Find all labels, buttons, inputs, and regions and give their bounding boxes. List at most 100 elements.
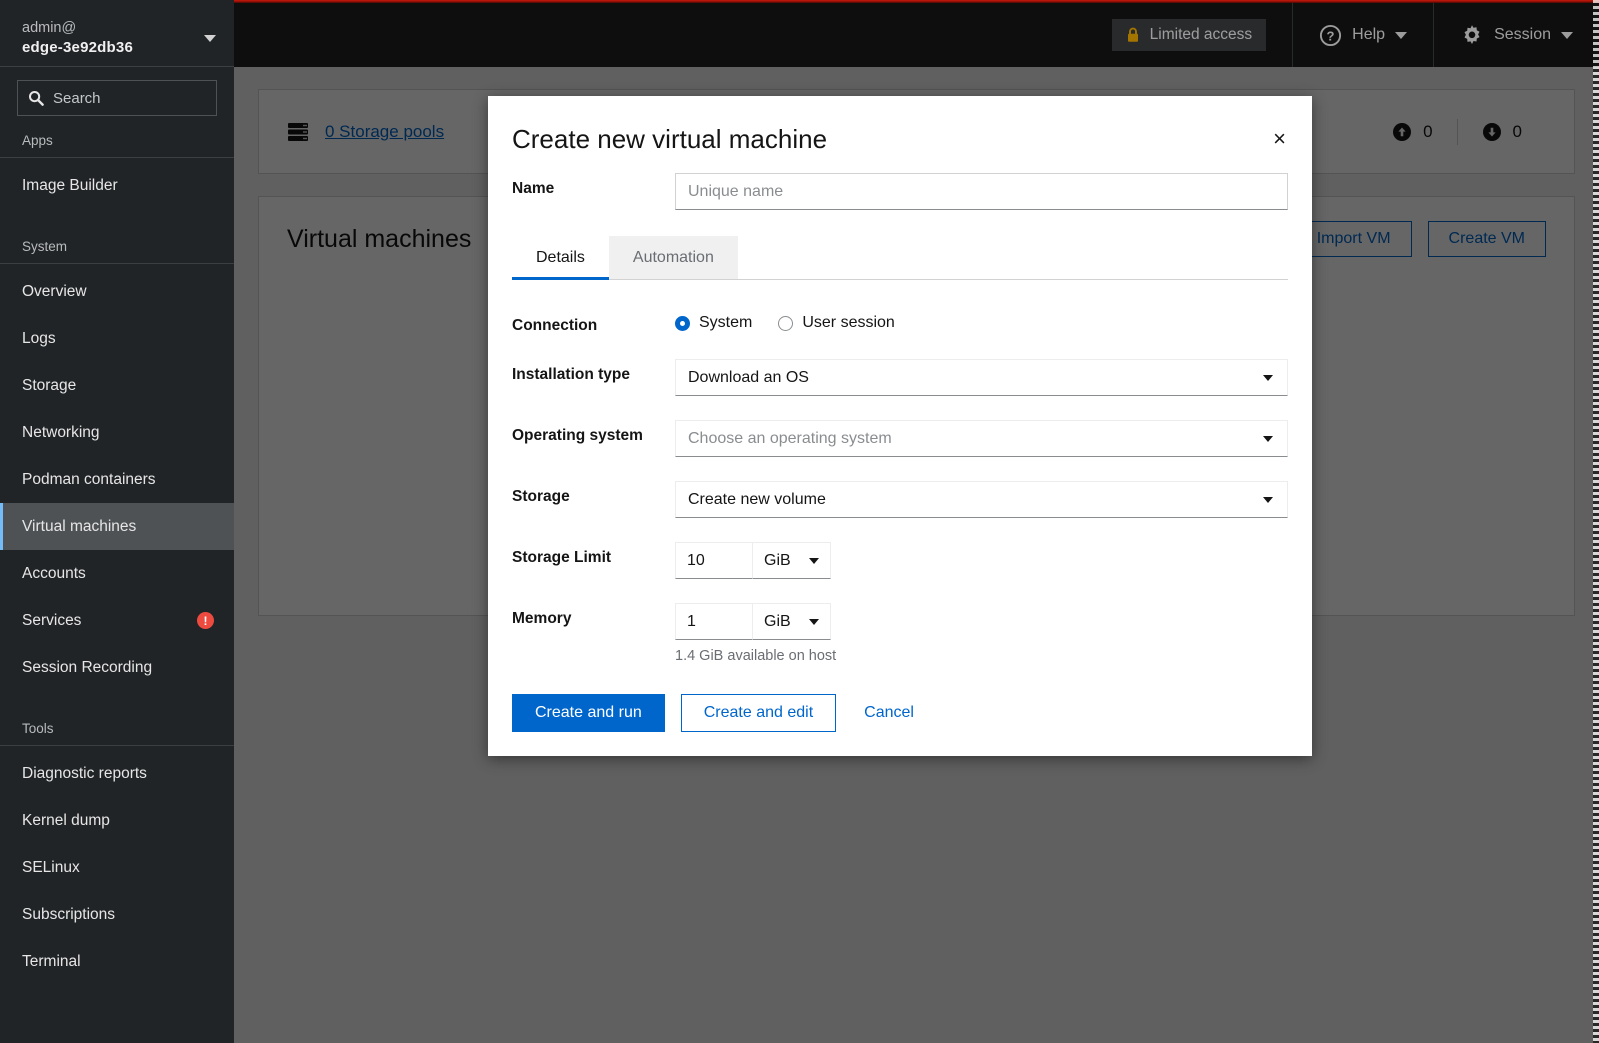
account-switcher[interactable]: admin@ edge-3e92db36 (0, 0, 234, 67)
modal-title: Create new virtual machine (512, 124, 828, 154)
sidebar-item-label: Services (22, 611, 82, 629)
sidebar-item-storage[interactable]: Storage (0, 362, 234, 409)
tab-details[interactable]: Details (512, 236, 609, 280)
svg-text:?: ? (1327, 28, 1335, 43)
sidebar-item-overview[interactable]: Overview (0, 268, 234, 315)
alert-badge-icon: ! (197, 612, 214, 629)
sidebar-item-networking[interactable]: Networking (0, 409, 234, 456)
operating-system-label: Operating system (512, 427, 643, 444)
sidebar-nav: Apps Image Builder System Overview Logs Stora… (0, 131, 234, 1009)
sidebar-item-label: Kernel dump (22, 811, 110, 829)
tab-automation[interactable]: Automation (608, 236, 738, 279)
memory-row: Memory GiB 1.4 GiB available on host (512, 603, 1288, 664)
search-icon (29, 91, 44, 106)
sidebar-item-label: Storage (22, 376, 77, 394)
storage-limit-input[interactable] (675, 542, 753, 579)
sidebar-item-subscriptions[interactable]: Subscriptions (0, 891, 234, 938)
storage-select[interactable]: Create new volume (675, 481, 1288, 518)
sidebar-item-list: Overview Logs Storage Networking Podman cont… (0, 264, 234, 715)
help-label: Help (1352, 26, 1386, 43)
sidebar-group-apps: Apps Image Builder (0, 131, 234, 233)
sidebar-item-virtual-machines[interactable]: Virtual machines (0, 503, 234, 550)
sidebar-item-terminal[interactable]: Terminal (0, 938, 234, 985)
sidebar-item-kernel-dump[interactable]: Kernel dump (0, 797, 234, 844)
sidebar-item-logs[interactable]: Logs (0, 315, 234, 362)
operating-system-select[interactable]: Choose an operating system (675, 420, 1288, 457)
sidebar-item-label: Virtual machines (22, 517, 137, 535)
chevron-down-icon (1263, 496, 1273, 503)
create-and-edit-button[interactable]: Create and edit (680, 694, 837, 732)
top-accent-bar (234, 0, 1599, 3)
gear-icon (1464, 25, 1480, 44)
installation-type-value: Download an OS (688, 368, 809, 386)
radio-user-session-indicator (778, 315, 794, 331)
memory-unit-select[interactable]: GiB (753, 603, 831, 640)
memory-input[interactable] (675, 603, 753, 640)
close-icon[interactable]: × (1271, 124, 1288, 154)
sidebar-item-services[interactable]: Services! (0, 597, 234, 644)
sidebar-item-podman-containers[interactable]: Podman containers (0, 456, 234, 503)
sidebar-item-accounts[interactable]: Accounts (0, 550, 234, 597)
chevron-down-icon (1395, 31, 1408, 39)
sidebar: admin@ edge-3e92db36 Search Apps Image Bu… (0, 0, 234, 1043)
limited-access-label: Limited access (1149, 26, 1253, 43)
installation-type-select[interactable]: Download an OS (675, 359, 1288, 396)
chevron-down-icon (1561, 31, 1573, 39)
sidebar-item-label: Image Builder (22, 176, 118, 194)
help-menu[interactable]: ? Help (1293, 3, 1433, 67)
chevron-down-icon (204, 34, 216, 42)
search-container: Search (0, 67, 234, 131)
session-menu[interactable]: Session (1434, 3, 1599, 67)
connection-label: Connection (512, 317, 598, 334)
sidebar-item-image-builder[interactable]: Image Builder (0, 162, 234, 209)
search-input[interactable]: Search (17, 80, 217, 116)
sidebar-item-label: Networking (22, 423, 100, 441)
name-row: Name (512, 173, 1288, 210)
sidebar-item-label: Subscriptions (22, 905, 116, 923)
storage-limit-unit-select[interactable]: GiB (753, 542, 831, 579)
radio-user-session[interactable]: User session (778, 314, 895, 332)
modal-tabs: Details Automation (512, 236, 1288, 280)
chevron-down-icon (1263, 435, 1273, 442)
connection-row: Connection System User session (512, 310, 1288, 335)
sidebar-item-label: Overview (22, 282, 87, 300)
sidebar-item-label: Logs (22, 329, 56, 347)
storage-row: Storage Create new volume (512, 481, 1288, 518)
radio-system-label: System (699, 314, 753, 331)
sidebar-item-label: Terminal (22, 952, 81, 970)
search-placeholder: Search (53, 89, 101, 107)
storage-label: Storage (512, 488, 570, 505)
storage-limit-label: Storage Limit (512, 549, 612, 566)
operating-system-value: Choose an operating system (688, 429, 892, 447)
sidebar-item-label: SELinux (22, 858, 80, 876)
sidebar-group-tools: Tools Diagnostic reports Kernel dump SELinu… (0, 715, 234, 1009)
account-host: edge-3e92db36 (22, 38, 133, 56)
sidebar-item-session-recording[interactable]: Session Recording (0, 644, 234, 691)
name-input[interactable] (675, 173, 1288, 210)
session-label: Session (1494, 26, 1551, 43)
installation-type-row: Installation type Download an OS (512, 359, 1288, 396)
cancel-button[interactable]: Cancel (852, 695, 926, 731)
page-scrollbar[interactable] (1593, 0, 1599, 1043)
create-and-run-button[interactable]: Create and run (512, 694, 665, 732)
storage-value: Create new volume (688, 490, 826, 508)
masthead: Limited access ? Help Session (234, 3, 1599, 67)
sidebar-item-selinux[interactable]: SELinux (0, 844, 234, 891)
modal-footer: Create and run Create and edit Cancel (512, 688, 1288, 732)
sidebar-item-list: Image Builder (0, 158, 234, 233)
sidebar-item-diagnostic-reports[interactable]: Diagnostic reports (0, 750, 234, 797)
installation-type-label: Installation type (512, 366, 630, 383)
radio-user-session-label: User session (802, 314, 895, 331)
app-root: admin@ edge-3e92db36 Search Apps Image Bu… (0, 0, 1599, 1043)
sidebar-item-label: Diagnostic reports (22, 764, 147, 782)
sidebar-group-title: Tools (0, 715, 234, 746)
lock-icon (1127, 27, 1138, 42)
limited-access-indicator[interactable]: Limited access (1086, 3, 1293, 67)
memory-label: Memory (512, 610, 572, 627)
name-label: Name (512, 180, 555, 197)
radio-system[interactable]: System (675, 314, 752, 332)
sidebar-group-title: System (0, 233, 234, 264)
chevron-down-icon (809, 618, 819, 625)
storage-limit-unit: GiB (764, 551, 791, 569)
sidebar-group-system: System Overview Logs Storage Networking Podma… (0, 233, 234, 715)
